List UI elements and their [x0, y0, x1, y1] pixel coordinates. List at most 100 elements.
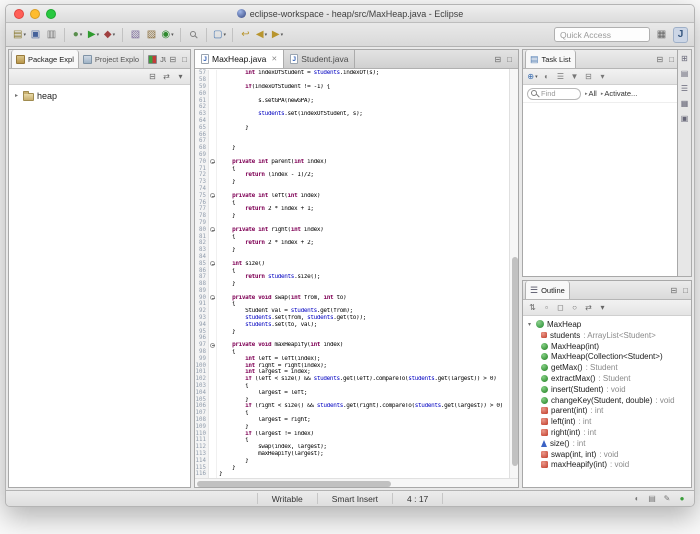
code-text[interactable]: private int parent(int index) [217, 159, 327, 165]
save-icon[interactable]: ▣ [28, 27, 43, 43]
task-list-content[interactable] [523, 103, 677, 276]
last-edit-location-icon[interactable]: ↩ [238, 27, 253, 43]
code-line[interactable]: 57 int indexOfStudent = students.indexOf… [195, 70, 509, 77]
code-text[interactable]: private void swap(int from, int to) [217, 295, 346, 301]
status-segment[interactable]: Smart Insert [316, 493, 392, 504]
code-text[interactable]: largest = left; [217, 390, 307, 396]
quick-access-input[interactable] [554, 27, 650, 42]
fold-marker-icon[interactable] [210, 193, 215, 199]
code-line[interactable]: 75 private int left(int index) [195, 192, 509, 200]
code-line[interactable]: 94 students.set(to, val); [195, 321, 509, 329]
view-menu-icon[interactable]: ▾ [596, 70, 609, 83]
filter-all-dropdown[interactable]: ▸ All [585, 89, 597, 98]
code-text[interactable]: int indexOfStudent = students.indexOf(s)… [217, 70, 379, 76]
code-text[interactable]: int size() [217, 261, 265, 267]
code-line[interactable]: 80 private int right(int index) [195, 226, 509, 234]
fold-marker-icon[interactable] [210, 342, 215, 348]
fold-marker-icon[interactable] [210, 227, 215, 233]
code-line[interactable]: 79 [195, 219, 509, 227]
editor-tab-maxheap-java[interactable]: J MaxHeap.java ✕ [195, 50, 285, 68]
code-text[interactable]: students.set(indexOfStudent, s); [217, 111, 362, 117]
code-line[interactable]: 83 } [195, 246, 509, 254]
activate-dropdown[interactable]: ▸ Activate... [601, 89, 637, 98]
code-text[interactable]: } [217, 247, 235, 253]
statusbar-icon[interactable]: ▤ [646, 493, 658, 505]
statusbar-icon[interactable]: ◐ [631, 493, 643, 505]
titlebar[interactable]: eclipse-workspace - heap/src/MaxHeap.jav… [6, 5, 694, 23]
code-text[interactable]: largest = right; [217, 417, 310, 423]
code-line[interactable]: 63 students.set(indexOfStudent, s); [195, 110, 509, 118]
code-line[interactable]: 90 private void swap(int from, int to) [195, 294, 509, 302]
outline-member[interactable]: parent(int) : int [523, 406, 691, 417]
code-line[interactable]: 109 } [195, 423, 509, 431]
search-icon[interactable] [186, 27, 201, 43]
code-text[interactable] [217, 335, 222, 341]
code-line[interactable]: 107 { [195, 409, 509, 417]
minimize-window-button[interactable] [30, 9, 40, 19]
fold-marker-icon[interactable] [210, 295, 215, 301]
code-line[interactable]: 100 int right = right(index); [195, 362, 509, 370]
code-text[interactable]: { [217, 268, 235, 274]
code-text[interactable]: { [217, 166, 235, 172]
code-text[interactable]: return (index - 1)/2; [217, 172, 314, 178]
code-text[interactable] [217, 138, 222, 144]
filter-icon[interactable]: ▼ [568, 70, 581, 83]
code-line[interactable]: 96 [195, 335, 509, 342]
expand-arrow-icon[interactable]: ▸ [13, 92, 20, 99]
code-text[interactable]: } [217, 424, 248, 430]
tab-outline[interactable]: ☰ Outline [525, 281, 570, 299]
new-java-project-icon[interactable]: ▧ [128, 27, 143, 43]
java-perspective-icon[interactable]: J [673, 26, 688, 43]
forward-icon[interactable]: ▶ ▾ [270, 27, 285, 43]
code-line[interactable]: 105 } [195, 396, 509, 404]
tab-junit[interactable]: JUnit [144, 50, 166, 68]
editor-vertical-scrollbar[interactable] [509, 69, 518, 478]
code-text[interactable]: private int left(int index) [217, 193, 320, 199]
hide-non-public-icon[interactable]: ○ [568, 301, 581, 314]
outline-member[interactable]: insert(Student) : void [523, 384, 691, 395]
outline-root[interactable]: ▾ MaxHeap [523, 318, 691, 330]
code-line[interactable]: 87 return students.size(); [195, 273, 509, 281]
tab-package-expl[interactable]: Package Expl [11, 50, 79, 68]
code-text[interactable]: int largest = index; [217, 369, 310, 375]
outline-member[interactable]: MaxHeap(int) [523, 341, 691, 352]
close-window-button[interactable] [14, 9, 24, 19]
code-line[interactable]: 71 { [195, 165, 509, 172]
open-perspective-icon[interactable]: ▦ [654, 27, 669, 43]
code-line[interactable]: 112 swap(index, largest); [195, 443, 509, 451]
code-text[interactable]: } [217, 329, 235, 335]
statusbar-icon[interactable]: ● [676, 493, 688, 505]
code-line[interactable]: 110 if (largest != index) [195, 430, 509, 438]
code-line[interactable]: 114 } [195, 457, 509, 465]
tab-project-explo[interactable]: Project Explo [79, 50, 145, 68]
code-text[interactable]: students.set(to, val); [217, 322, 317, 328]
outline-member[interactable]: swap(int, int) : void [523, 449, 691, 460]
code-line[interactable]: 72 return (index - 1)/2; [195, 171, 509, 179]
run-icon[interactable]: ▶ ▾ [86, 27, 101, 43]
code-line[interactable]: 62 [195, 103, 509, 111]
code-text[interactable]: } [217, 465, 235, 471]
outline-member[interactable]: left(int) : int [523, 416, 691, 427]
code-line[interactable]: 102 if (left < size() && students.get(le… [195, 375, 509, 383]
outline-member[interactable]: right(int) : int [523, 427, 691, 438]
code-text[interactable]: { [217, 349, 235, 355]
code-text[interactable]: return 2 * index + 1; [217, 206, 314, 212]
zoom-window-button[interactable] [46, 9, 56, 19]
minimized-view-icon[interactable]: ☰ [679, 83, 691, 95]
link-with-editor-icon[interactable]: ⇄ [582, 301, 595, 314]
code-text[interactable] [217, 186, 222, 192]
statusbar-icon[interactable]: ✎ [661, 493, 673, 505]
minimize-view-icon[interactable]: ⊟ [491, 55, 504, 64]
status-segment[interactable]: Writable [256, 493, 317, 504]
code-line[interactable]: 95 } [195, 328, 509, 336]
hide-completed-icon[interactable]: ◐ [540, 70, 553, 83]
editor-horizontal-scrollbar[interactable] [195, 478, 518, 487]
code-line[interactable]: 78 } [195, 212, 509, 220]
code-text[interactable]: Student val = students.get(from); [217, 308, 353, 314]
code-text[interactable]: } [217, 458, 248, 464]
expand-arrow-icon[interactable]: ▾ [526, 321, 533, 328]
code-line[interactable]: 113 maxHeapify(largest); [195, 450, 509, 458]
code-line[interactable]: 76 { [195, 199, 509, 206]
debug-icon[interactable]: ● ▾ [70, 27, 85, 43]
code-line[interactable]: 93 students.set(from, students.get(to)); [195, 314, 509, 322]
